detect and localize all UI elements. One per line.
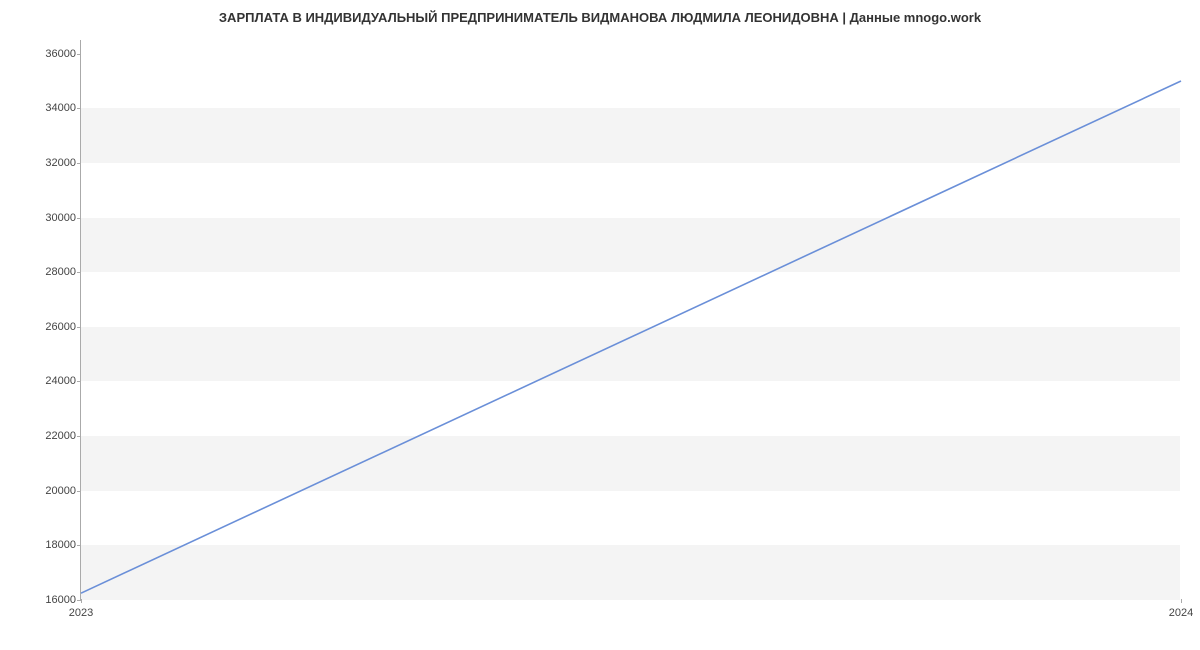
y-tick-mark: [77, 491, 81, 492]
y-tick-mark: [77, 545, 81, 546]
y-tick-label: 28000: [26, 266, 76, 278]
y-tick-label: 26000: [26, 321, 76, 333]
x-tick-label: 2023: [69, 607, 93, 619]
y-tick-label: 32000: [26, 157, 76, 169]
y-tick-mark: [77, 218, 81, 219]
plot-box: 1600018000200002200024000260002800030000…: [80, 40, 1180, 600]
y-tick-mark: [77, 54, 81, 55]
y-tick-label: 18000: [26, 539, 76, 551]
chart-title: ЗАРПЛАТА В ИНДИВИДУАЛЬНЫЙ ПРЕДПРИНИМАТЕЛ…: [0, 0, 1200, 30]
y-tick-label: 24000: [26, 375, 76, 387]
x-tick-mark: [1181, 599, 1182, 603]
y-tick-label: 34000: [26, 102, 76, 114]
y-tick-mark: [77, 327, 81, 328]
x-tick-label: 2024: [1169, 607, 1193, 619]
x-tick-mark: [81, 599, 82, 603]
y-tick-mark: [77, 163, 81, 164]
y-tick-label: 16000: [26, 594, 76, 606]
y-tick-mark: [77, 436, 81, 437]
y-tick-label: 20000: [26, 485, 76, 497]
y-tick-mark: [77, 272, 81, 273]
y-tick-label: 36000: [26, 48, 76, 60]
chart-plot-area: 1600018000200002200024000260002800030000…: [80, 40, 1180, 600]
line-series: [81, 40, 1181, 600]
y-tick-label: 22000: [26, 430, 76, 442]
y-tick-mark: [77, 381, 81, 382]
y-tick-label: 30000: [26, 212, 76, 224]
y-tick-mark: [77, 108, 81, 109]
